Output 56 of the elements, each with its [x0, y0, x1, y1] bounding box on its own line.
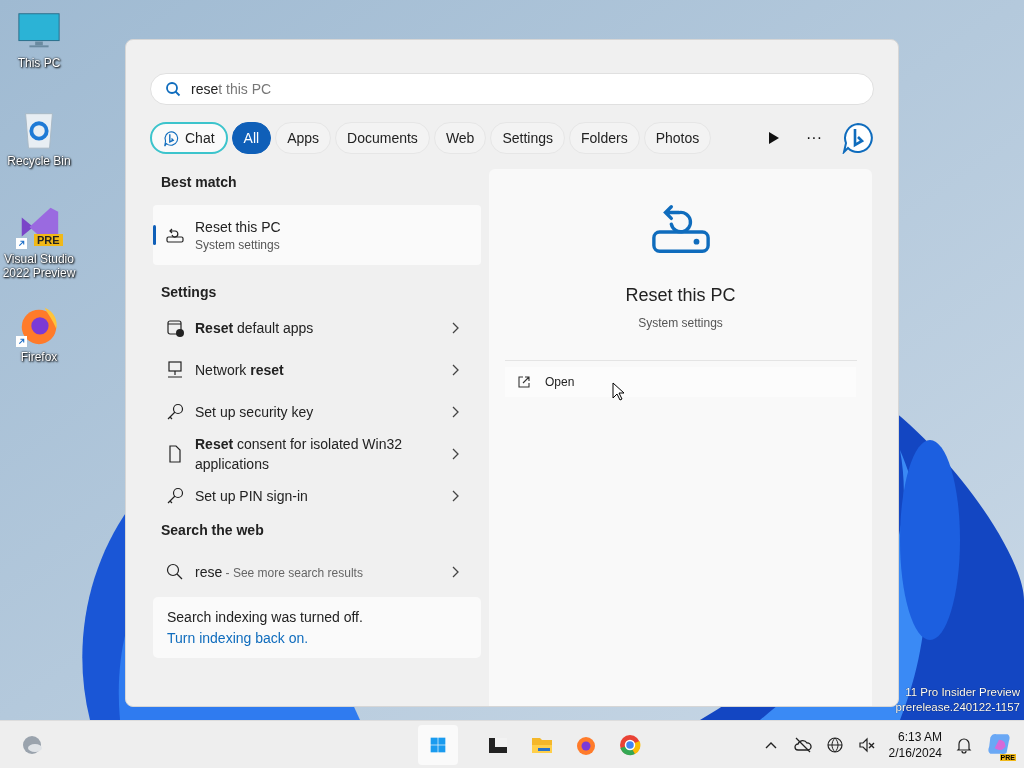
search-icon — [165, 81, 181, 97]
settings-result[interactable]: Reset consent for isolated Win32 applications — [153, 433, 481, 475]
chevron-right-icon — [451, 448, 459, 460]
clock-date[interactable]: 2/16/2024 — [888, 744, 942, 761]
preview-badge: PRE — [34, 234, 63, 246]
settings-result[interactable]: Set up PIN sign-in — [153, 475, 481, 517]
chat-button[interactable]: Chat — [150, 122, 228, 154]
settings-result[interactable]: Network reset — [153, 349, 481, 391]
more-button[interactable]: ··· — [796, 122, 832, 154]
search-icon — [165, 562, 185, 582]
section-heading: Search the web — [160, 521, 265, 540]
open-external-icon — [517, 375, 531, 389]
settings-result[interactable]: Reset default apps — [153, 307, 481, 349]
key-icon — [165, 402, 185, 422]
search-query: reset this PC — [191, 81, 272, 97]
network-computer-icon — [165, 360, 185, 380]
key-icon — [165, 486, 185, 506]
preview-title: Reset this PC — [625, 285, 736, 306]
result-label: Network reset — [195, 361, 285, 380]
search-field[interactable]: reset this PC — [150, 73, 874, 105]
filter-tab[interactable]: Documents — [335, 122, 430, 154]
chevron-right-icon — [451, 566, 459, 578]
evaluation-watermark-text: prerelease.240122-1157 — [895, 700, 1020, 715]
evaluation-watermark-text: 11 Pro Insider Preview — [905, 685, 1020, 700]
chat-bubble-icon — [163, 129, 180, 147]
play-icon — [769, 132, 779, 144]
filter-tab[interactable]: Web — [433, 122, 487, 154]
chrome-icon — [618, 733, 642, 757]
result-label: Set up security key — [195, 403, 315, 422]
app-window-check-icon — [165, 318, 185, 338]
result-label: Reset consent for isolated Win32 applications — [195, 435, 403, 474]
filter-tab[interactable]: Photos — [643, 122, 712, 154]
chat-bubble-icon[interactable] — [842, 122, 874, 154]
section-heading: Settings — [160, 283, 218, 302]
indexing-link[interactable]: Turn indexing back on. — [167, 630, 467, 646]
start-button[interactable] — [418, 725, 458, 765]
chevron-right-icon — [451, 322, 459, 334]
notice-text: Search indexing was turned off. — [167, 609, 364, 625]
section-heading: Best match — [160, 173, 238, 192]
web-search-result[interactable]: rese - See more search results — [153, 551, 481, 593]
mouse-cursor-icon — [612, 382, 624, 401]
best-match-result[interactable]: Reset this PC System settings — [153, 205, 481, 265]
filter-tab[interactable]: All — [231, 122, 272, 154]
result-label: rese - See more search results — [195, 562, 364, 582]
chevron-right-icon — [451, 406, 459, 418]
filter-tab[interactable]: Apps — [275, 122, 332, 154]
filter-tab[interactable]: Folders — [569, 122, 640, 154]
chevron-right-icon — [451, 364, 459, 376]
result-label: Set up PIN sign-in — [195, 487, 309, 506]
globe-icon[interactable] — [824, 734, 845, 755]
result-label: Reset default apps — [195, 319, 315, 338]
chevron-right-icon — [451, 490, 459, 502]
filter-tab[interactable]: Settings — [490, 122, 565, 154]
clock-time[interactable]: 6:13 AM — [897, 728, 942, 745]
preview-subtitle: System settings — [638, 316, 723, 330]
settings-result[interactable]: Set up security key — [153, 391, 481, 433]
